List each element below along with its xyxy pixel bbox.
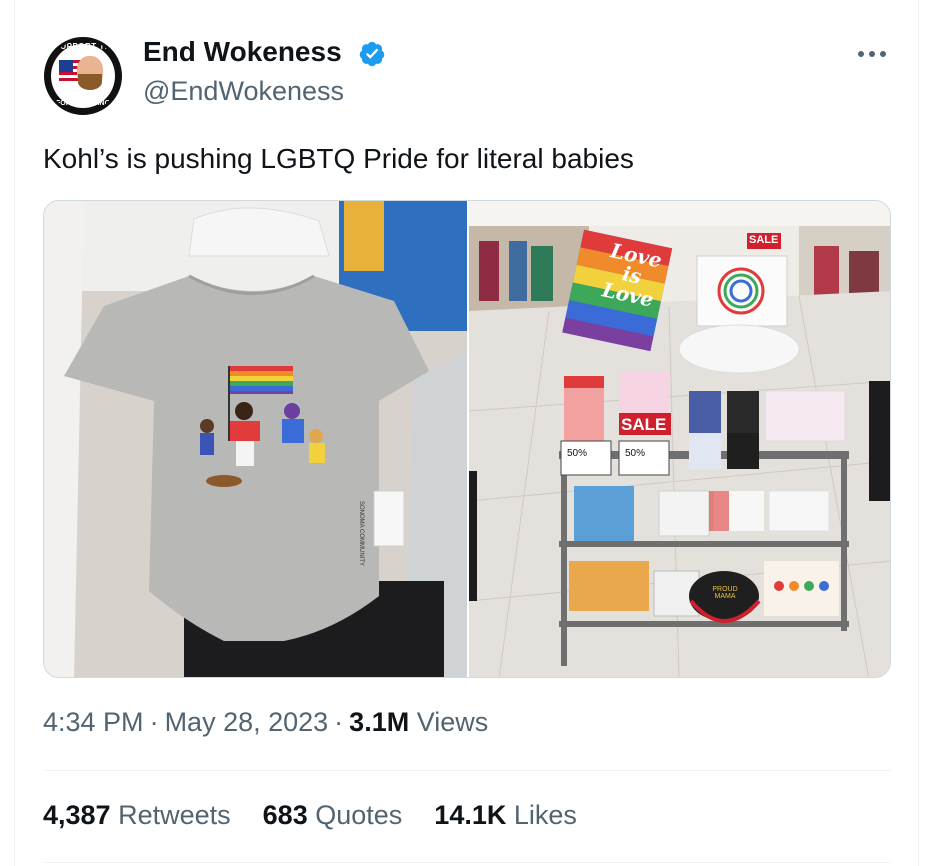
more-button[interactable] <box>852 40 892 68</box>
views-count[interactable]: 3.1M <box>349 707 409 737</box>
onesie-photo-art <box>44 201 467 677</box>
tweet-date[interactable]: May 28, 2023 <box>165 707 329 737</box>
quotes-stat[interactable]: 683 Quotes <box>263 800 403 831</box>
likes-stat[interactable]: 14.1K Likes <box>434 800 577 831</box>
tweet-time[interactable]: 4:34 PM <box>43 707 144 737</box>
retweets-stat[interactable]: 4,387 Retweets <box>43 800 231 831</box>
sale-sign: SALE <box>621 415 667 434</box>
flag-text: Love is Love <box>600 238 664 312</box>
divider <box>43 862 891 863</box>
avatar-text-bottom: FORMER THING <box>55 100 111 107</box>
author-handle[interactable]: @EndWokeness <box>143 76 344 107</box>
likes-count: 14.1K <box>434 800 507 830</box>
tweet-text: Kohl’s is pushing LGBTQ Pride for litera… <box>43 143 634 174</box>
tweet-media: Love is Love SALE SALE 50% 50% PROUD MAM… <box>43 200 891 678</box>
tweet-timestamp: 4:34 PM · May 28, 2023 · 3.1M Views <box>43 707 488 738</box>
photo-onesie[interactable] <box>44 201 467 677</box>
display-photo-art <box>469 201 890 677</box>
onesie-tag-text: SONOMA COMMUNITY <box>358 501 364 567</box>
quotes-label: Quotes <box>315 800 403 830</box>
photo-display[interactable]: Love is Love SALE SALE 50% 50% PROUD MAM… <box>469 201 890 677</box>
sale-sign-top: SALE <box>749 234 779 246</box>
likes-label: Likes <box>513 800 577 830</box>
quotes-count: 683 <box>262 800 308 830</box>
verified-badge-icon <box>359 41 385 67</box>
retweets-count: 4,387 <box>43 800 111 830</box>
divider <box>43 770 891 771</box>
more-icon <box>858 51 886 57</box>
hat-text: PROUD MAMA <box>712 586 738 600</box>
avatar[interactable]: I SUPPORT THE FORMER THING <box>44 37 122 115</box>
price-tag: 50% <box>625 448 646 459</box>
separator-dot: · <box>149 707 159 737</box>
flag-canton <box>59 60 73 72</box>
views-label[interactable]: Views <box>417 707 489 737</box>
separator-dot: · <box>334 707 344 737</box>
frame-border-left <box>14 0 15 866</box>
beard-icon <box>78 74 102 90</box>
frame-border-right <box>918 0 919 866</box>
avatar-text-top: I SUPPORT THE <box>49 42 117 51</box>
retweets-label: Retweets <box>118 800 231 830</box>
tweet-stats: 4,387 Retweets 683 Quotes 14.1K Likes <box>43 800 577 831</box>
price-tag: 50% <box>567 448 588 459</box>
author-name[interactable]: End Wokeness <box>143 36 342 68</box>
